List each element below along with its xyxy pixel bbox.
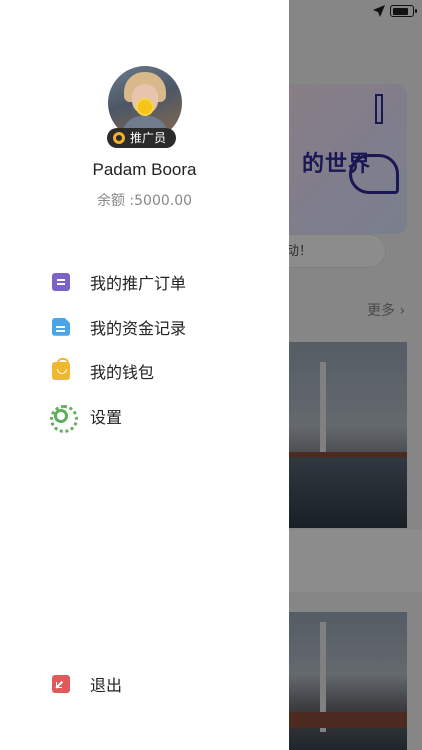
status-bar [0, 0, 422, 22]
balance-text: 余额 :5000.00 [96, 193, 193, 209]
order-icon [52, 273, 70, 292]
drawer-menu: 我的推广订单 我的资金记录 我的钱包 设置 [0, 260, 289, 438]
user-name: Padam Boora [92, 160, 197, 179]
battery-level [392, 7, 408, 15]
menu-item-label: 我的钱包 [90, 363, 155, 383]
role-badge-label: 推广员 [130, 131, 167, 145]
menu-item-promotion-orders[interactable]: 我的推广订单 [0, 260, 289, 305]
battery-icon [390, 5, 417, 17]
side-drawer: 推广员 Padam Boora 余额 :5000.00 我的推广订单 我的资金记… [0, 0, 289, 750]
role-badge: 推广员 [107, 128, 177, 148]
menu-item-label: 我的推广订单 [90, 274, 187, 294]
menu-item-settings[interactable]: 设置 [0, 394, 289, 439]
wallet-bag-icon [52, 358, 70, 381]
logout-icon [52, 675, 70, 694]
menu-item-wallet[interactable]: 我的钱包 [0, 349, 289, 394]
gear-icon [50, 404, 78, 433]
menu-item-label: 我的资金记录 [90, 318, 187, 338]
document-icon [52, 317, 70, 336]
location-arrow-icon [373, 5, 385, 17]
logout-section: 退出 [0, 662, 289, 707]
menu-item-label: 设置 [90, 407, 123, 427]
badge-ring-icon [113, 132, 125, 144]
logout-button[interactable]: 退出 [0, 662, 289, 707]
menu-item-fund-records[interactable]: 我的资金记录 [0, 305, 289, 350]
logout-label: 退出 [90, 676, 123, 696]
